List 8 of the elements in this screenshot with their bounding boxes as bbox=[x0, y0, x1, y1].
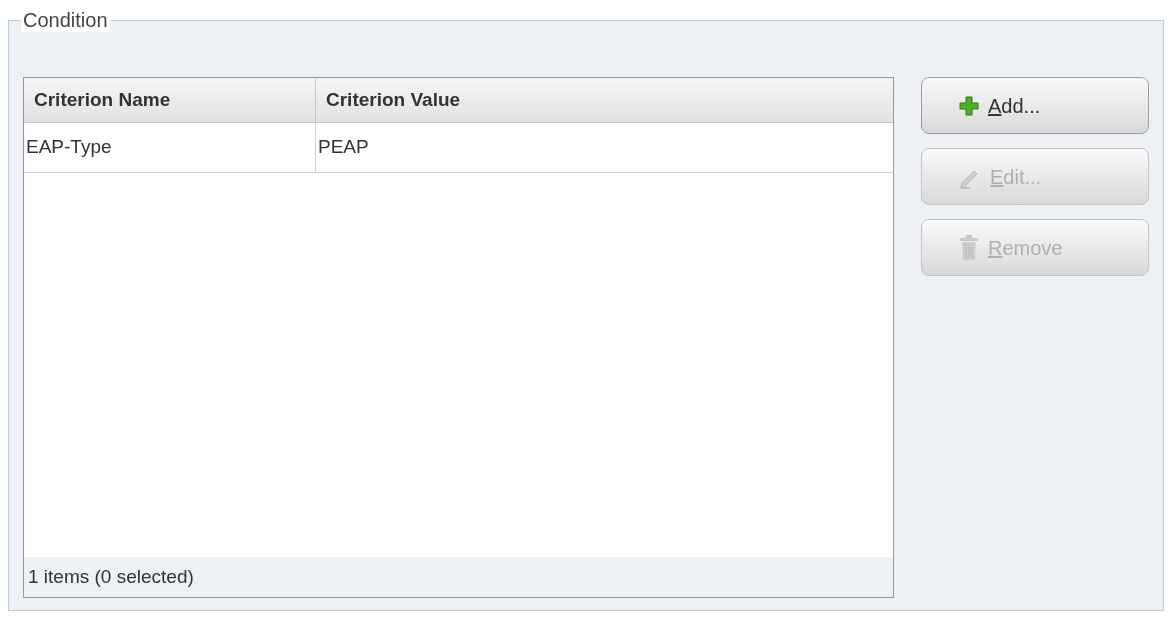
table-cell-text: PEAP bbox=[317, 135, 370, 160]
add-button[interactable]: Add... bbox=[921, 77, 1149, 134]
column-header[interactable]: Criterion Value bbox=[316, 78, 893, 122]
table-cell: EAP-Type bbox=[24, 123, 316, 172]
trash-icon bbox=[958, 234, 980, 261]
plus-icon bbox=[958, 94, 980, 117]
table-footer: 1 items (0 selected) bbox=[24, 557, 893, 597]
column-header[interactable]: Criterion Name bbox=[24, 78, 316, 122]
